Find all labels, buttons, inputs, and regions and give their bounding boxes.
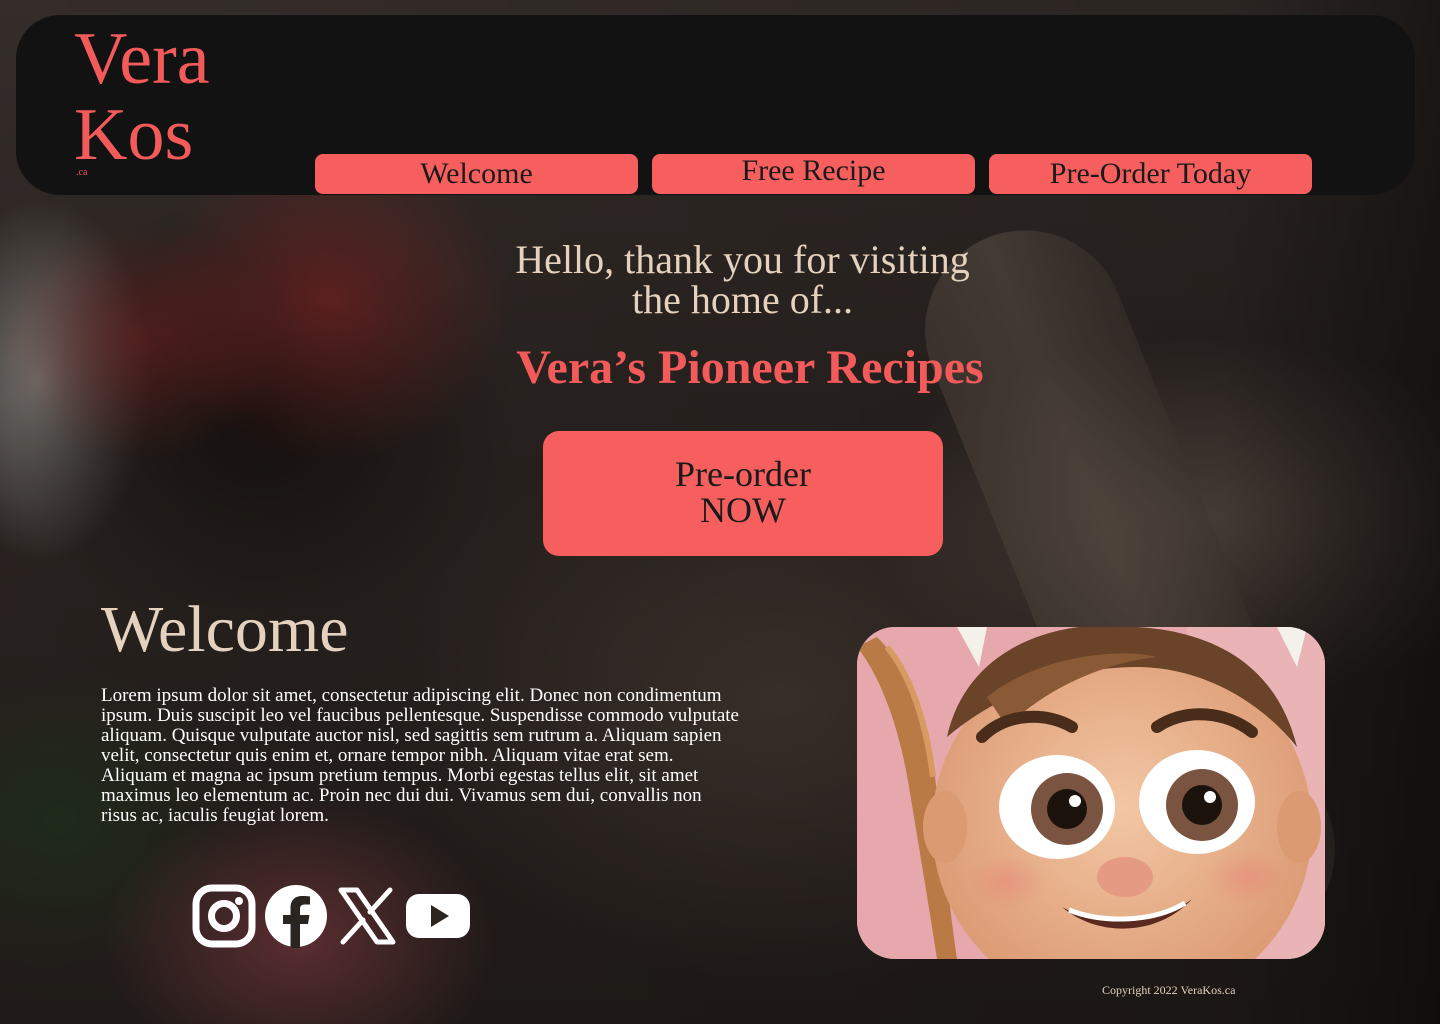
preorder-label-line-2: NOW: [700, 490, 786, 530]
welcome-body-text: Lorem ipsum dolor sit amet, consectetur …: [101, 685, 739, 826]
site-header: Vera Kos .ca Welcome Free Recipe Pre-Ord…: [16, 15, 1415, 195]
welcome-heading: Welcome: [101, 593, 349, 666]
site-logo[interactable]: Vera Kos .ca: [74, 18, 210, 178]
logo-line-1: Vera: [74, 18, 210, 100]
logo-line-2: Kos: [74, 94, 194, 176]
preorder-label-line-1: Pre-order: [675, 454, 811, 494]
hero-greeting-line-1: Hello, thank you for visiting: [515, 237, 970, 282]
nav-pre-order-button[interactable]: Pre-Order Today: [989, 154, 1312, 194]
hero-greeting: Hello, thank you for visiting the home o…: [470, 240, 1015, 320]
youtube-icon[interactable]: [405, 884, 471, 948]
nav-free-recipe-button[interactable]: Free Recipe: [652, 154, 975, 194]
preorder-now-button[interactable]: Pre-order NOW: [543, 431, 943, 556]
facebook-icon[interactable]: [264, 884, 328, 948]
hero-greeting-line-2: the home of...: [631, 277, 854, 322]
instagram-icon[interactable]: [192, 884, 256, 948]
nav-welcome-button[interactable]: Welcome: [315, 154, 638, 194]
x-icon[interactable]: [338, 884, 396, 948]
copyright-text: Copyright 2022 VeraKos.ca: [1102, 983, 1236, 997]
logo-suffix: .ca: [76, 167, 88, 178]
hero-title: Vera’s Pioneer Recipes: [516, 341, 984, 394]
chef-character-image: [857, 627, 1325, 959]
